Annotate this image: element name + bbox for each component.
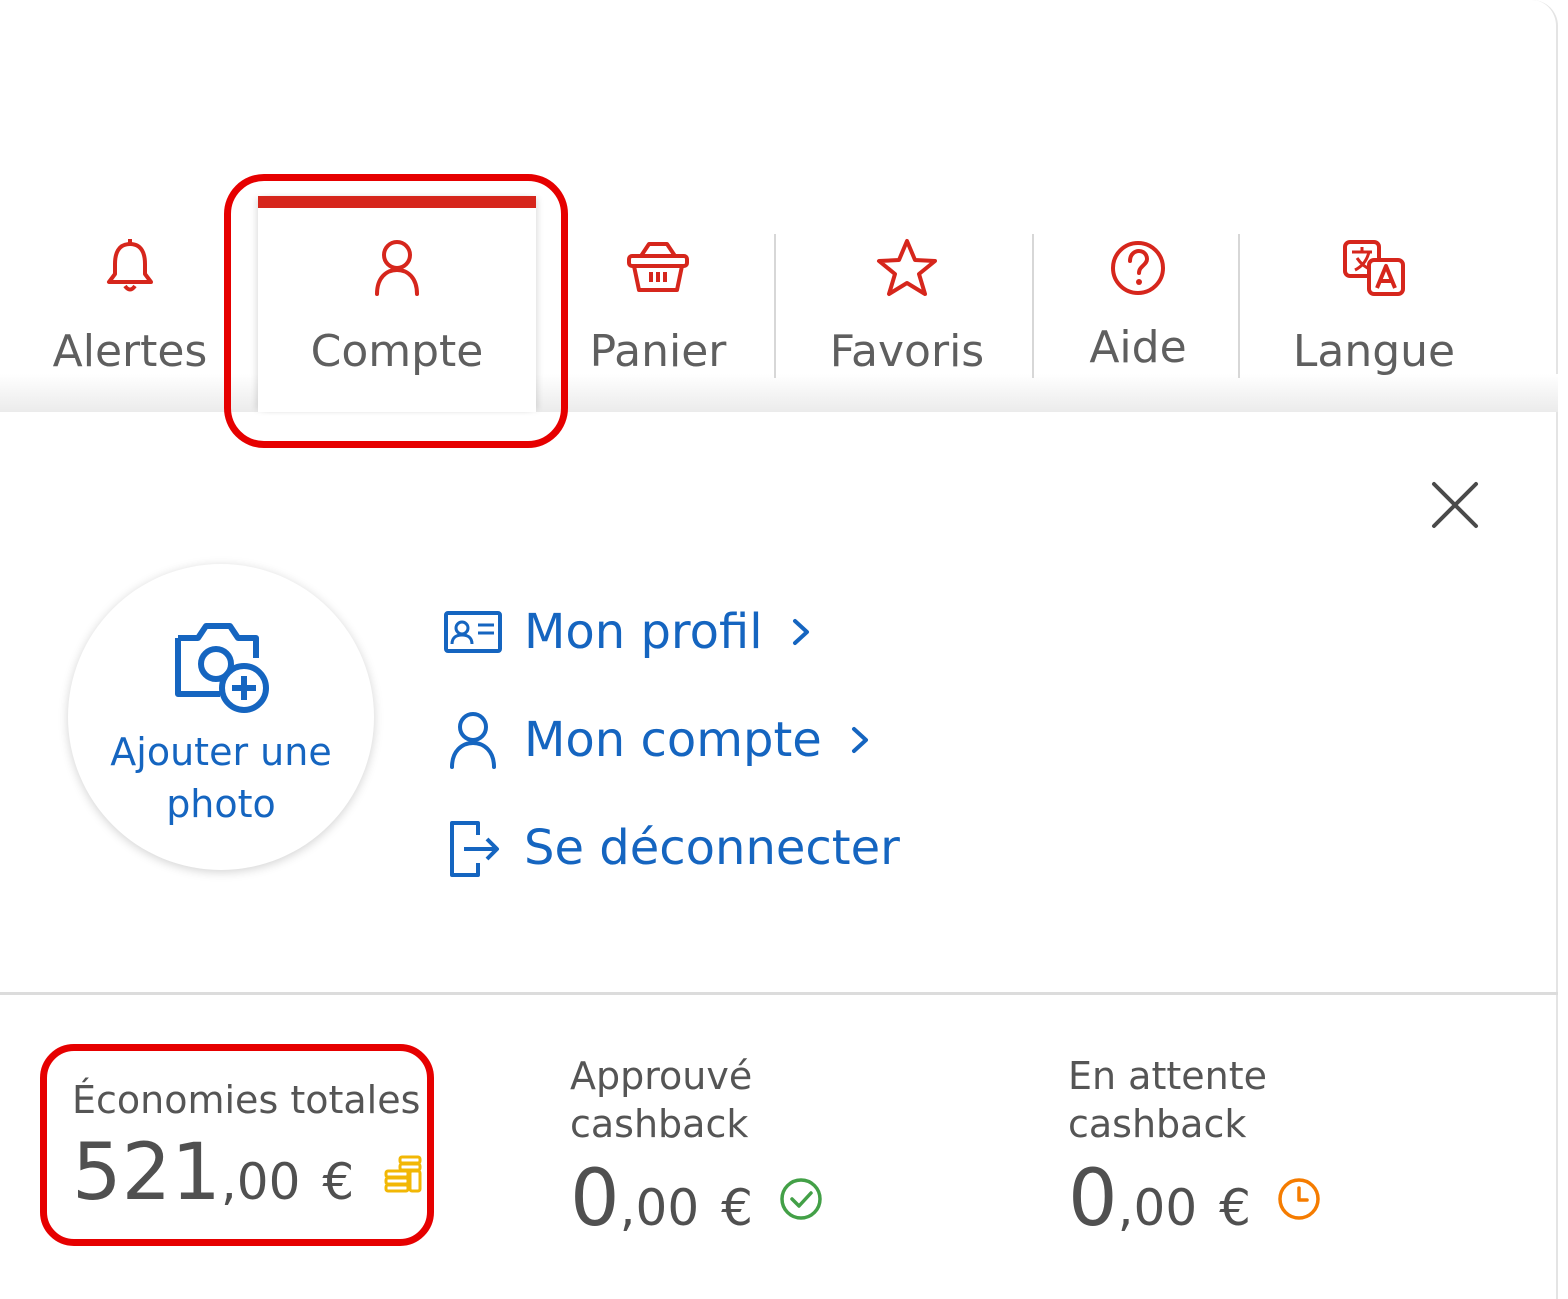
amount-decimal: ,00 bbox=[619, 1179, 700, 1237]
stat-pending-label-2: cashback bbox=[1068, 1102, 1247, 1146]
stat-total-label: Économies totales bbox=[72, 1078, 421, 1122]
nav-item-compte[interactable]: Compte bbox=[258, 196, 536, 412]
nav-item-langue[interactable]: Langue bbox=[1272, 196, 1476, 412]
id-card-icon bbox=[444, 611, 502, 653]
top-nav: Alertes Compte Panier Favoris Aide Langu… bbox=[0, 160, 1558, 412]
logout-icon bbox=[450, 821, 499, 877]
user-icon bbox=[450, 712, 496, 769]
section-divider bbox=[0, 992, 1558, 995]
stat-total-amount: 521 ,00 € bbox=[72, 1128, 426, 1218]
nav-label-compte: Compte bbox=[310, 326, 484, 377]
clock-icon bbox=[1278, 1178, 1320, 1220]
nav-item-alertes[interactable]: Alertes bbox=[40, 196, 220, 412]
nav-label-langue: Langue bbox=[1292, 326, 1456, 377]
bell-icon bbox=[107, 239, 153, 292]
star-icon bbox=[877, 239, 937, 296]
user-icon bbox=[375, 240, 419, 296]
stat-pending-label-1: En attente bbox=[1068, 1054, 1267, 1098]
nav-label-alertes: Alertes bbox=[52, 326, 208, 377]
nav-separator bbox=[774, 234, 776, 378]
stat-pending-cashback: En attente cashback 0 ,00 € bbox=[1068, 1052, 1323, 1244]
chevron-right-icon bbox=[792, 619, 809, 645]
active-tab-indicator bbox=[258, 196, 536, 208]
stat-pending-amount: 0 ,00 € bbox=[1068, 1154, 1323, 1244]
translate-icon bbox=[1343, 240, 1405, 296]
nav-separator bbox=[1032, 234, 1034, 378]
nav-item-favoris[interactable]: Favoris bbox=[808, 196, 1006, 412]
add-photo-icon bbox=[175, 623, 269, 713]
logout-label: Se déconnecter bbox=[524, 820, 900, 876]
chevron-right-icon bbox=[851, 727, 868, 753]
amount-whole: 521 bbox=[72, 1128, 221, 1218]
amount-decimal: ,00 bbox=[220, 1153, 301, 1211]
mon-compte-label: Mon compte bbox=[524, 712, 822, 768]
amount-whole: 0 bbox=[570, 1154, 620, 1244]
stat-approved-label-1: Approuvé bbox=[570, 1054, 753, 1098]
account-dropdown-panel: Alertes Compte Panier Favoris Aide Langu… bbox=[0, 0, 1558, 1299]
close-icon[interactable] bbox=[1420, 470, 1490, 540]
add-photo-label: Ajouter une photo bbox=[110, 730, 332, 826]
amount-currency: € bbox=[322, 1153, 355, 1211]
amount-currency: € bbox=[721, 1179, 753, 1237]
check-circle-icon bbox=[780, 1178, 822, 1220]
nav-label-favoris: Favoris bbox=[829, 326, 985, 377]
stat-approved-cashback: Approuvé cashback 0 ,00 € bbox=[570, 1052, 825, 1244]
mon-profil-label: Mon profil bbox=[524, 604, 763, 660]
basket-icon bbox=[627, 242, 689, 292]
stat-approved-amount: 0 ,00 € bbox=[570, 1154, 825, 1244]
stat-approved-label-2: cashback bbox=[570, 1102, 749, 1146]
amount-whole: 0 bbox=[1068, 1154, 1118, 1244]
logout-link[interactable]: Se déconnecter bbox=[440, 808, 900, 888]
amount-decimal: ,00 bbox=[1117, 1179, 1198, 1237]
mon-compte-link[interactable]: Mon compte bbox=[440, 700, 872, 780]
stat-total-savings: Économies totales 521 ,00 € bbox=[72, 1076, 426, 1218]
coins-icon bbox=[384, 1155, 422, 1193]
help-circle-icon bbox=[1111, 241, 1165, 295]
amount-currency: € bbox=[1219, 1179, 1251, 1237]
nav-item-aide[interactable]: Aide bbox=[1056, 196, 1220, 412]
nav-item-panier[interactable]: Panier bbox=[574, 196, 742, 412]
mon-profil-link[interactable]: Mon profil bbox=[440, 592, 813, 672]
nav-label-panier: Panier bbox=[589, 326, 727, 377]
nav-separator bbox=[1238, 234, 1240, 378]
add-photo-button[interactable]: Ajouter une photo bbox=[68, 564, 374, 870]
nav-label-aide: Aide bbox=[1089, 322, 1187, 373]
